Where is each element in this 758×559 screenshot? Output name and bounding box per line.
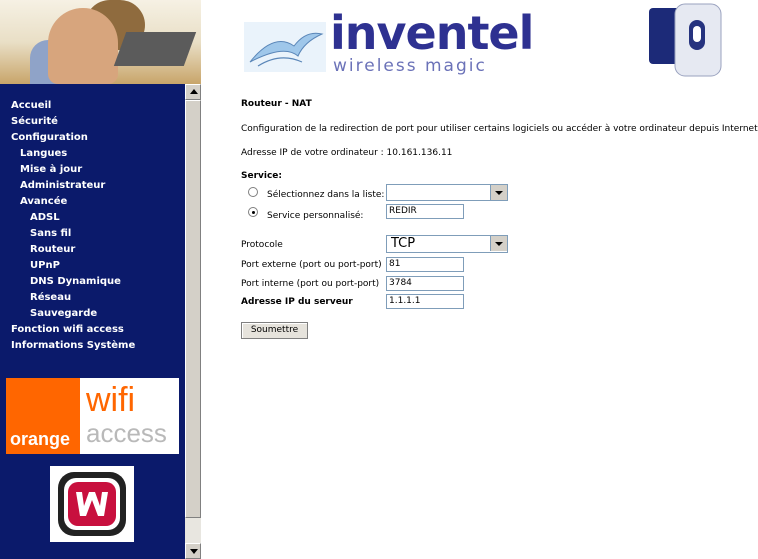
brand-logo-text: inventel bbox=[330, 6, 534, 60]
chevron-down-icon[interactable] bbox=[490, 236, 507, 251]
nav-item-wifi-access[interactable]: Fonction wifi access bbox=[0, 322, 135, 338]
arrow-down-icon bbox=[190, 549, 198, 554]
nav-item-langues[interactable]: Langues bbox=[0, 146, 135, 162]
wifi-word: wifi bbox=[86, 381, 136, 419]
nav-item-administrateur[interactable]: Administrateur bbox=[0, 178, 135, 194]
nav-item-informations-systeme[interactable]: Informations Système bbox=[0, 338, 135, 354]
nav-item-mise-a-jour[interactable]: Mise à jour bbox=[0, 162, 135, 178]
header-banner: inventel wireless magic bbox=[0, 0, 758, 84]
w-logo-icon[interactable] bbox=[50, 466, 134, 542]
server-ip-label: Adresse IP du serveur bbox=[241, 297, 353, 307]
external-port-input[interactable]: 81 bbox=[386, 257, 464, 272]
radio-custom-service[interactable] bbox=[248, 207, 258, 217]
custom-service-input[interactable]: REDIR bbox=[386, 204, 464, 219]
service-heading: Service: bbox=[241, 171, 283, 181]
arrow-up-icon bbox=[190, 89, 198, 94]
brand-tagline: wireless magic bbox=[333, 56, 487, 76]
header-photo bbox=[0, 0, 201, 84]
protocol-value: TCP bbox=[391, 236, 416, 251]
sidebar-scrollbar[interactable] bbox=[185, 84, 201, 559]
orange-logo-text: orange bbox=[10, 429, 71, 449]
internal-port-label: Port interne (port ou port-port) bbox=[241, 279, 380, 289]
scroll-down-button[interactable] bbox=[185, 543, 201, 559]
nav-item-sans-fil[interactable]: Sans fil bbox=[0, 226, 135, 242]
bird-logo-icon bbox=[244, 22, 326, 72]
submit-button[interactable]: Soumettre bbox=[241, 322, 308, 339]
service-list-select[interactable] bbox=[386, 184, 508, 201]
chevron-down-icon[interactable] bbox=[490, 185, 507, 200]
nav-item-reseau[interactable]: Réseau bbox=[0, 290, 135, 306]
radio-select-from-list[interactable] bbox=[248, 187, 258, 197]
computer-ip-text: Adresse IP de votre ordinateur : 10.161.… bbox=[241, 148, 453, 158]
nav-item-securite[interactable]: Sécurité bbox=[0, 114, 135, 130]
nav-item-adsl[interactable]: ADSL bbox=[0, 210, 135, 226]
nav-item-configuration[interactable]: Configuration bbox=[0, 130, 135, 146]
nav-item-dns-dynamique[interactable]: DNS Dynamique bbox=[0, 274, 135, 290]
custom-service-label: Service personnalisé: bbox=[267, 211, 364, 221]
nav-item-accueil[interactable]: Accueil bbox=[0, 98, 135, 114]
orange-wifi-access-banner[interactable]: orange wifi access bbox=[6, 378, 179, 454]
access-word: access bbox=[86, 418, 167, 448]
page-title: Routeur - NAT bbox=[241, 99, 312, 109]
protocol-label: Protocole bbox=[241, 240, 283, 250]
scroll-up-button[interactable] bbox=[185, 84, 201, 100]
router-device-image bbox=[645, 2, 725, 82]
protocol-select[interactable]: TCP bbox=[386, 235, 508, 253]
nav-item-routeur[interactable]: Routeur bbox=[0, 242, 135, 258]
main-content: Routeur - NAT Configuration de la redire… bbox=[201, 84, 758, 559]
sidebar-nav: Accueil Sécurité Configuration Langues M… bbox=[0, 84, 185, 559]
server-ip-input[interactable]: 1.1.1.1 bbox=[386, 294, 464, 309]
nav-menu: Accueil Sécurité Configuration Langues M… bbox=[0, 98, 135, 354]
scrollbar-thumb[interactable] bbox=[185, 100, 201, 518]
nav-item-sauvegarde[interactable]: Sauvegarde bbox=[0, 306, 135, 322]
intro-text: Configuration de la redirection de port … bbox=[241, 124, 758, 134]
nav-item-upnp[interactable]: UPnP bbox=[0, 258, 135, 274]
orange-logo: orange bbox=[6, 378, 80, 454]
nav-item-avancee[interactable]: Avancée bbox=[0, 194, 135, 210]
internal-port-input[interactable]: 3784 bbox=[386, 276, 464, 291]
select-from-list-label: Sélectionnez dans la liste: bbox=[267, 190, 385, 200]
external-port-label: Port externe (port ou port-port) bbox=[241, 260, 382, 270]
